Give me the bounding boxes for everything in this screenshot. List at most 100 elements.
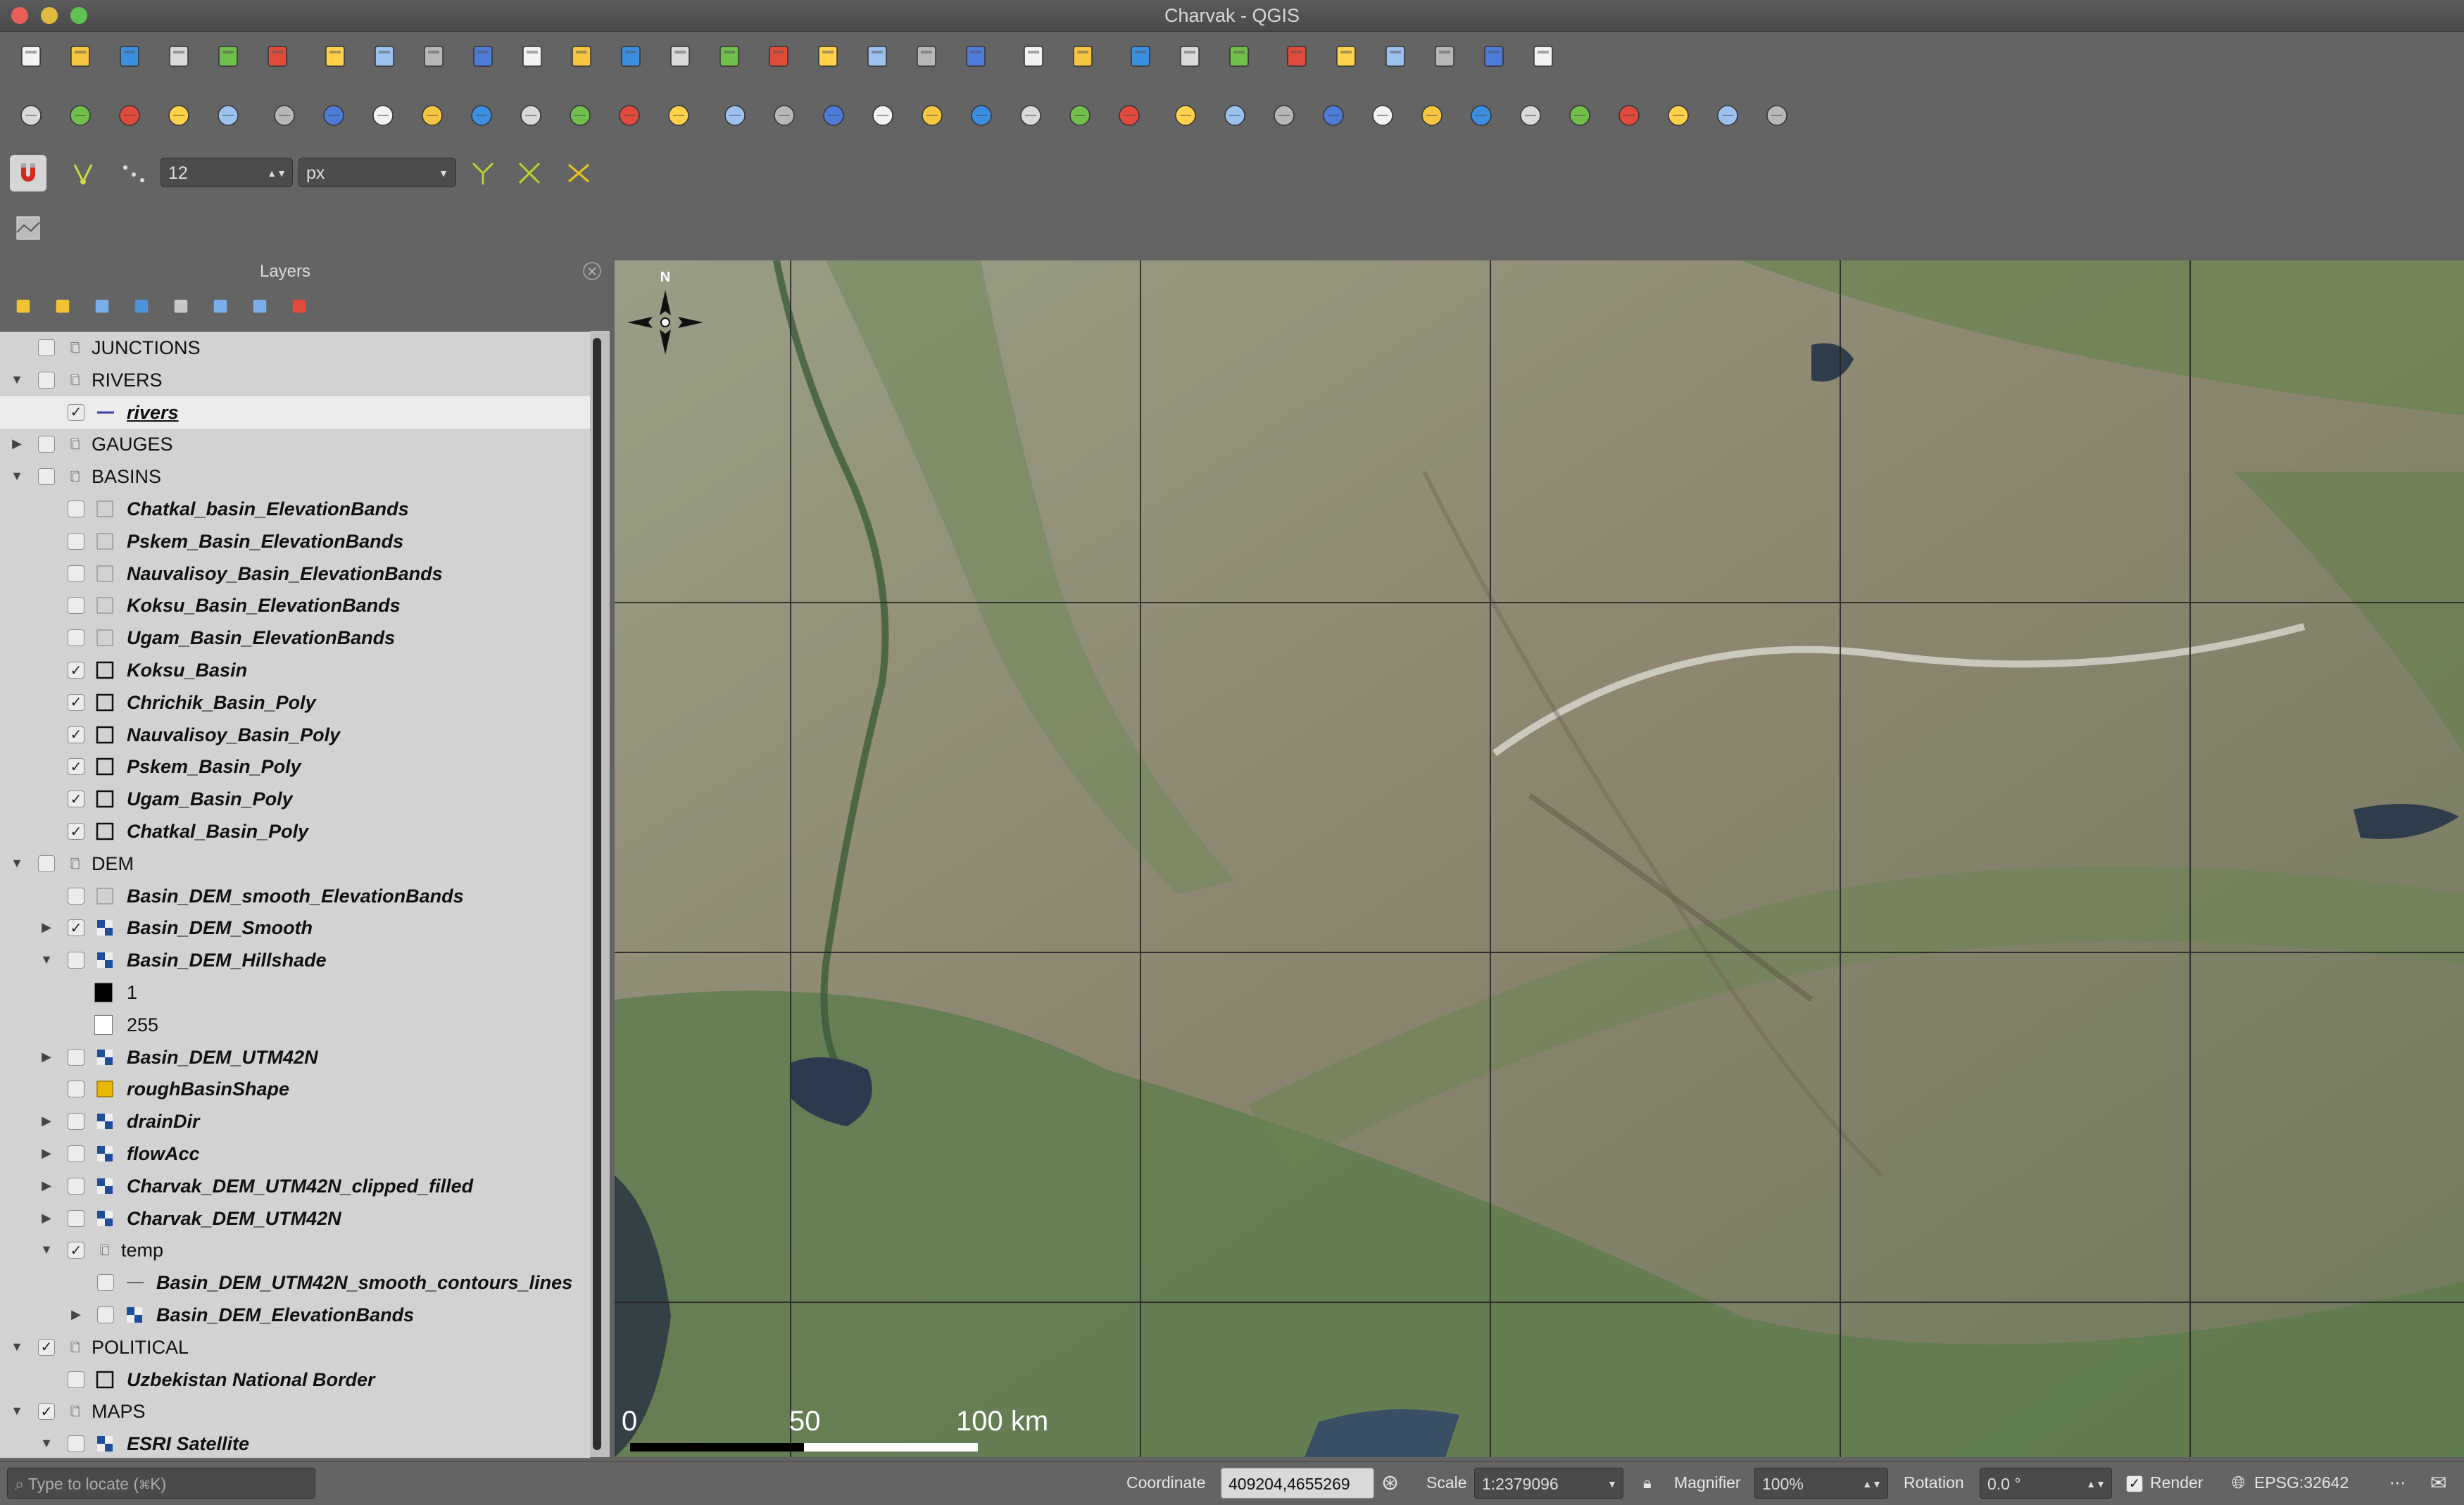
- layout-manager-icon[interactable]: [210, 38, 246, 75]
- redo-icon[interactable]: [660, 97, 697, 134]
- undo-icon[interactable]: [611, 97, 648, 134]
- save-edits-icon[interactable]: [210, 97, 246, 134]
- layer-row[interactable]: ▶ ✓ Basin_DEM_Smooth: [0, 912, 590, 944]
- help-icon[interactable]: [1709, 97, 1746, 134]
- label-tool-icon[interactable]: [1111, 97, 1148, 134]
- select-features-icon[interactable]: [1122, 38, 1159, 75]
- digitize-icon[interactable]: [111, 97, 148, 134]
- actions-icon[interactable]: [1064, 38, 1101, 75]
- legend-item-row[interactable]: 1: [0, 976, 590, 1009]
- tracing-icon[interactable]: [560, 155, 597, 191]
- field-calculator-icon[interactable]: [1328, 38, 1364, 75]
- layer-visibility-checkbox[interactable]: [68, 629, 84, 647]
- layer-group-row[interactable]: ▼ BASINS: [0, 460, 590, 493]
- layer-row[interactable]: ✓ rivers: [0, 396, 590, 429]
- layer-visibility-checkbox[interactable]: [97, 1274, 114, 1292]
- rotation-input[interactable]: 0.0 ° ▲▼: [1980, 1468, 2112, 1499]
- layer-tree-scrollbar-thumb[interactable]: [593, 338, 601, 1450]
- layer-row[interactable]: ▶ Basin_DEM_UTM42N: [0, 1041, 590, 1073]
- layer-row[interactable]: ✓ Pskem_Basin_Poly: [0, 750, 590, 783]
- layer-visibility-checkbox[interactable]: [68, 1113, 84, 1131]
- snapping-unit-select[interactable]: px ▼: [298, 158, 456, 187]
- layer-row[interactable]: Koksu_Basin_ElevationBands: [0, 589, 590, 622]
- add-vector-layer-icon[interactable]: [13, 97, 49, 134]
- chevron-right-icon[interactable]: ▶: [39, 1050, 54, 1064]
- snap-points-icon[interactable]: [115, 155, 152, 191]
- messages-icon[interactable]: ✉: [2430, 1461, 2446, 1504]
- save-project-icon[interactable]: [111, 38, 148, 75]
- chevron-right-icon[interactable]: ▶: [69, 1307, 83, 1321]
- chevron-right-icon[interactable]: ▶: [39, 1211, 54, 1225]
- remove-layer-icon[interactable]: [283, 290, 315, 322]
- layer-row[interactable]: Basin_DEM_UTM42N_smooth_contours_lines: [0, 1266, 590, 1299]
- coordinate-field[interactable]: 409204,4655269: [1221, 1468, 1374, 1499]
- chevron-right-icon[interactable]: ▶: [39, 920, 54, 934]
- highlight-labels-icon[interactable]: [865, 97, 901, 134]
- layer-visibility-checkbox[interactable]: [68, 500, 84, 517]
- zoom-to-selection-icon[interactable]: [563, 38, 600, 75]
- layer-row[interactable]: Ugam_Basin_ElevationBands: [0, 622, 590, 654]
- chevron-down-icon[interactable]: ▼: [39, 1436, 54, 1450]
- layer-row[interactable]: roughBasinShape: [0, 1073, 590, 1105]
- layer-tree[interactable]: JUNCTIONS ▼ RIVERS ✓ rivers ▶ GAUGES ▼ BASINS Cha…: [0, 331, 590, 1458]
- filter-by-expression-icon[interactable]: [165, 290, 197, 322]
- new-print-layout-icon[interactable]: [161, 38, 197, 75]
- paste-features-icon[interactable]: [562, 97, 598, 134]
- layer-visibility-checkbox[interactable]: ✓: [68, 693, 84, 711]
- select-location-icon[interactable]: [1414, 97, 1450, 134]
- chevron-down-icon[interactable]: ▼: [10, 469, 24, 483]
- globe-icon[interactable]: [1266, 97, 1302, 134]
- layer-visibility-checkbox[interactable]: [97, 1306, 114, 1323]
- layer-row[interactable]: ✓ Chrichik_Basin_Poly: [0, 686, 590, 719]
- layer-group-row[interactable]: ▶ GAUGES: [0, 428, 590, 460]
- manage-visibility-icon[interactable]: [86, 290, 118, 322]
- layer-visibility-checkbox[interactable]: [38, 371, 55, 389]
- layer-row[interactable]: ▼ ESRI Satellite: [0, 1428, 590, 1458]
- layer-group-row[interactable]: ▼ ✓ temp: [0, 1234, 590, 1266]
- crs-button[interactable]: EPSG:32642: [2254, 1461, 2349, 1504]
- layer-visibility-checkbox[interactable]: ✓: [68, 919, 84, 937]
- layer-visibility-checkbox[interactable]: [68, 1371, 84, 1388]
- zoom-to-layer-icon[interactable]: [612, 38, 649, 75]
- layer-group-row[interactable]: ▼ DEM: [0, 848, 590, 880]
- add-polygon-icon[interactable]: [266, 97, 303, 134]
- new-project-icon[interactable]: [13, 38, 49, 75]
- layer-visibility-checkbox[interactable]: [38, 339, 55, 356]
- magnifier-input[interactable]: 100% ▲▼: [1754, 1468, 1888, 1499]
- toggle-label-icon[interactable]: [1062, 97, 1098, 134]
- layer-visibility-checkbox[interactable]: ✓: [38, 1338, 55, 1356]
- lock-scale-icon[interactable]: 🔒︎: [1643, 1461, 1652, 1504]
- refresh-icon[interactable]: [957, 38, 994, 75]
- chevron-down-icon[interactable]: ▼: [10, 856, 24, 870]
- layer-row[interactable]: ✓ Koksu_Basin: [0, 654, 590, 686]
- crosshair-icon[interactable]: [1759, 97, 1795, 134]
- more-icon[interactable]: ⋯: [2389, 1461, 2406, 1504]
- layer-visibility-checkbox[interactable]: ✓: [38, 1403, 55, 1421]
- copy-features-icon[interactable]: [513, 97, 549, 134]
- layer-visibility-checkbox[interactable]: [68, 1145, 84, 1162]
- chevron-down-icon[interactable]: ▼: [10, 1404, 24, 1418]
- style-manager-icon[interactable]: [259, 38, 296, 75]
- layer-visibility-checkbox[interactable]: [68, 532, 84, 550]
- style-panel-icon[interactable]: [7, 290, 39, 322]
- snap-intersections-icon[interactable]: [511, 155, 548, 191]
- show-bookmarks-icon[interactable]: [859, 38, 895, 75]
- layer-row[interactable]: Pskem_Basin_ElevationBands: [0, 525, 590, 558]
- layer-row[interactable]: ▶ flowAcc: [0, 1138, 590, 1170]
- layer-row[interactable]: ▶ Charvak_DEM_UTM42N: [0, 1202, 590, 1235]
- layer-visibility-checkbox[interactable]: [68, 1209, 84, 1227]
- layer-row[interactable]: ✓ Nauvalisoy_Basin_Poly: [0, 719, 590, 751]
- legend-item-row[interactable]: 255: [0, 1009, 590, 1041]
- pan-to-selection-icon[interactable]: [366, 38, 403, 75]
- layer-visibility-checkbox[interactable]: ✓: [68, 823, 84, 840]
- label-icon[interactable]: [717, 97, 753, 134]
- layer-visibility-checkbox[interactable]: ✓: [68, 726, 84, 743]
- layer-row[interactable]: Chatkal_basin_ElevationBands: [0, 493, 590, 525]
- python-console-icon[interactable]: [1315, 97, 1352, 134]
- show-hide-labels-icon[interactable]: [815, 97, 852, 134]
- locate-search-input[interactable]: ⌕ Type to locate (⌘K): [7, 1468, 315, 1499]
- layer-visibility-checkbox[interactable]: ✓: [68, 791, 84, 808]
- wms-layer-icon[interactable]: [1167, 97, 1204, 134]
- layer-row[interactable]: Uzbekistan National Border: [0, 1364, 590, 1396]
- clip-b-icon[interactable]: [1512, 97, 1549, 134]
